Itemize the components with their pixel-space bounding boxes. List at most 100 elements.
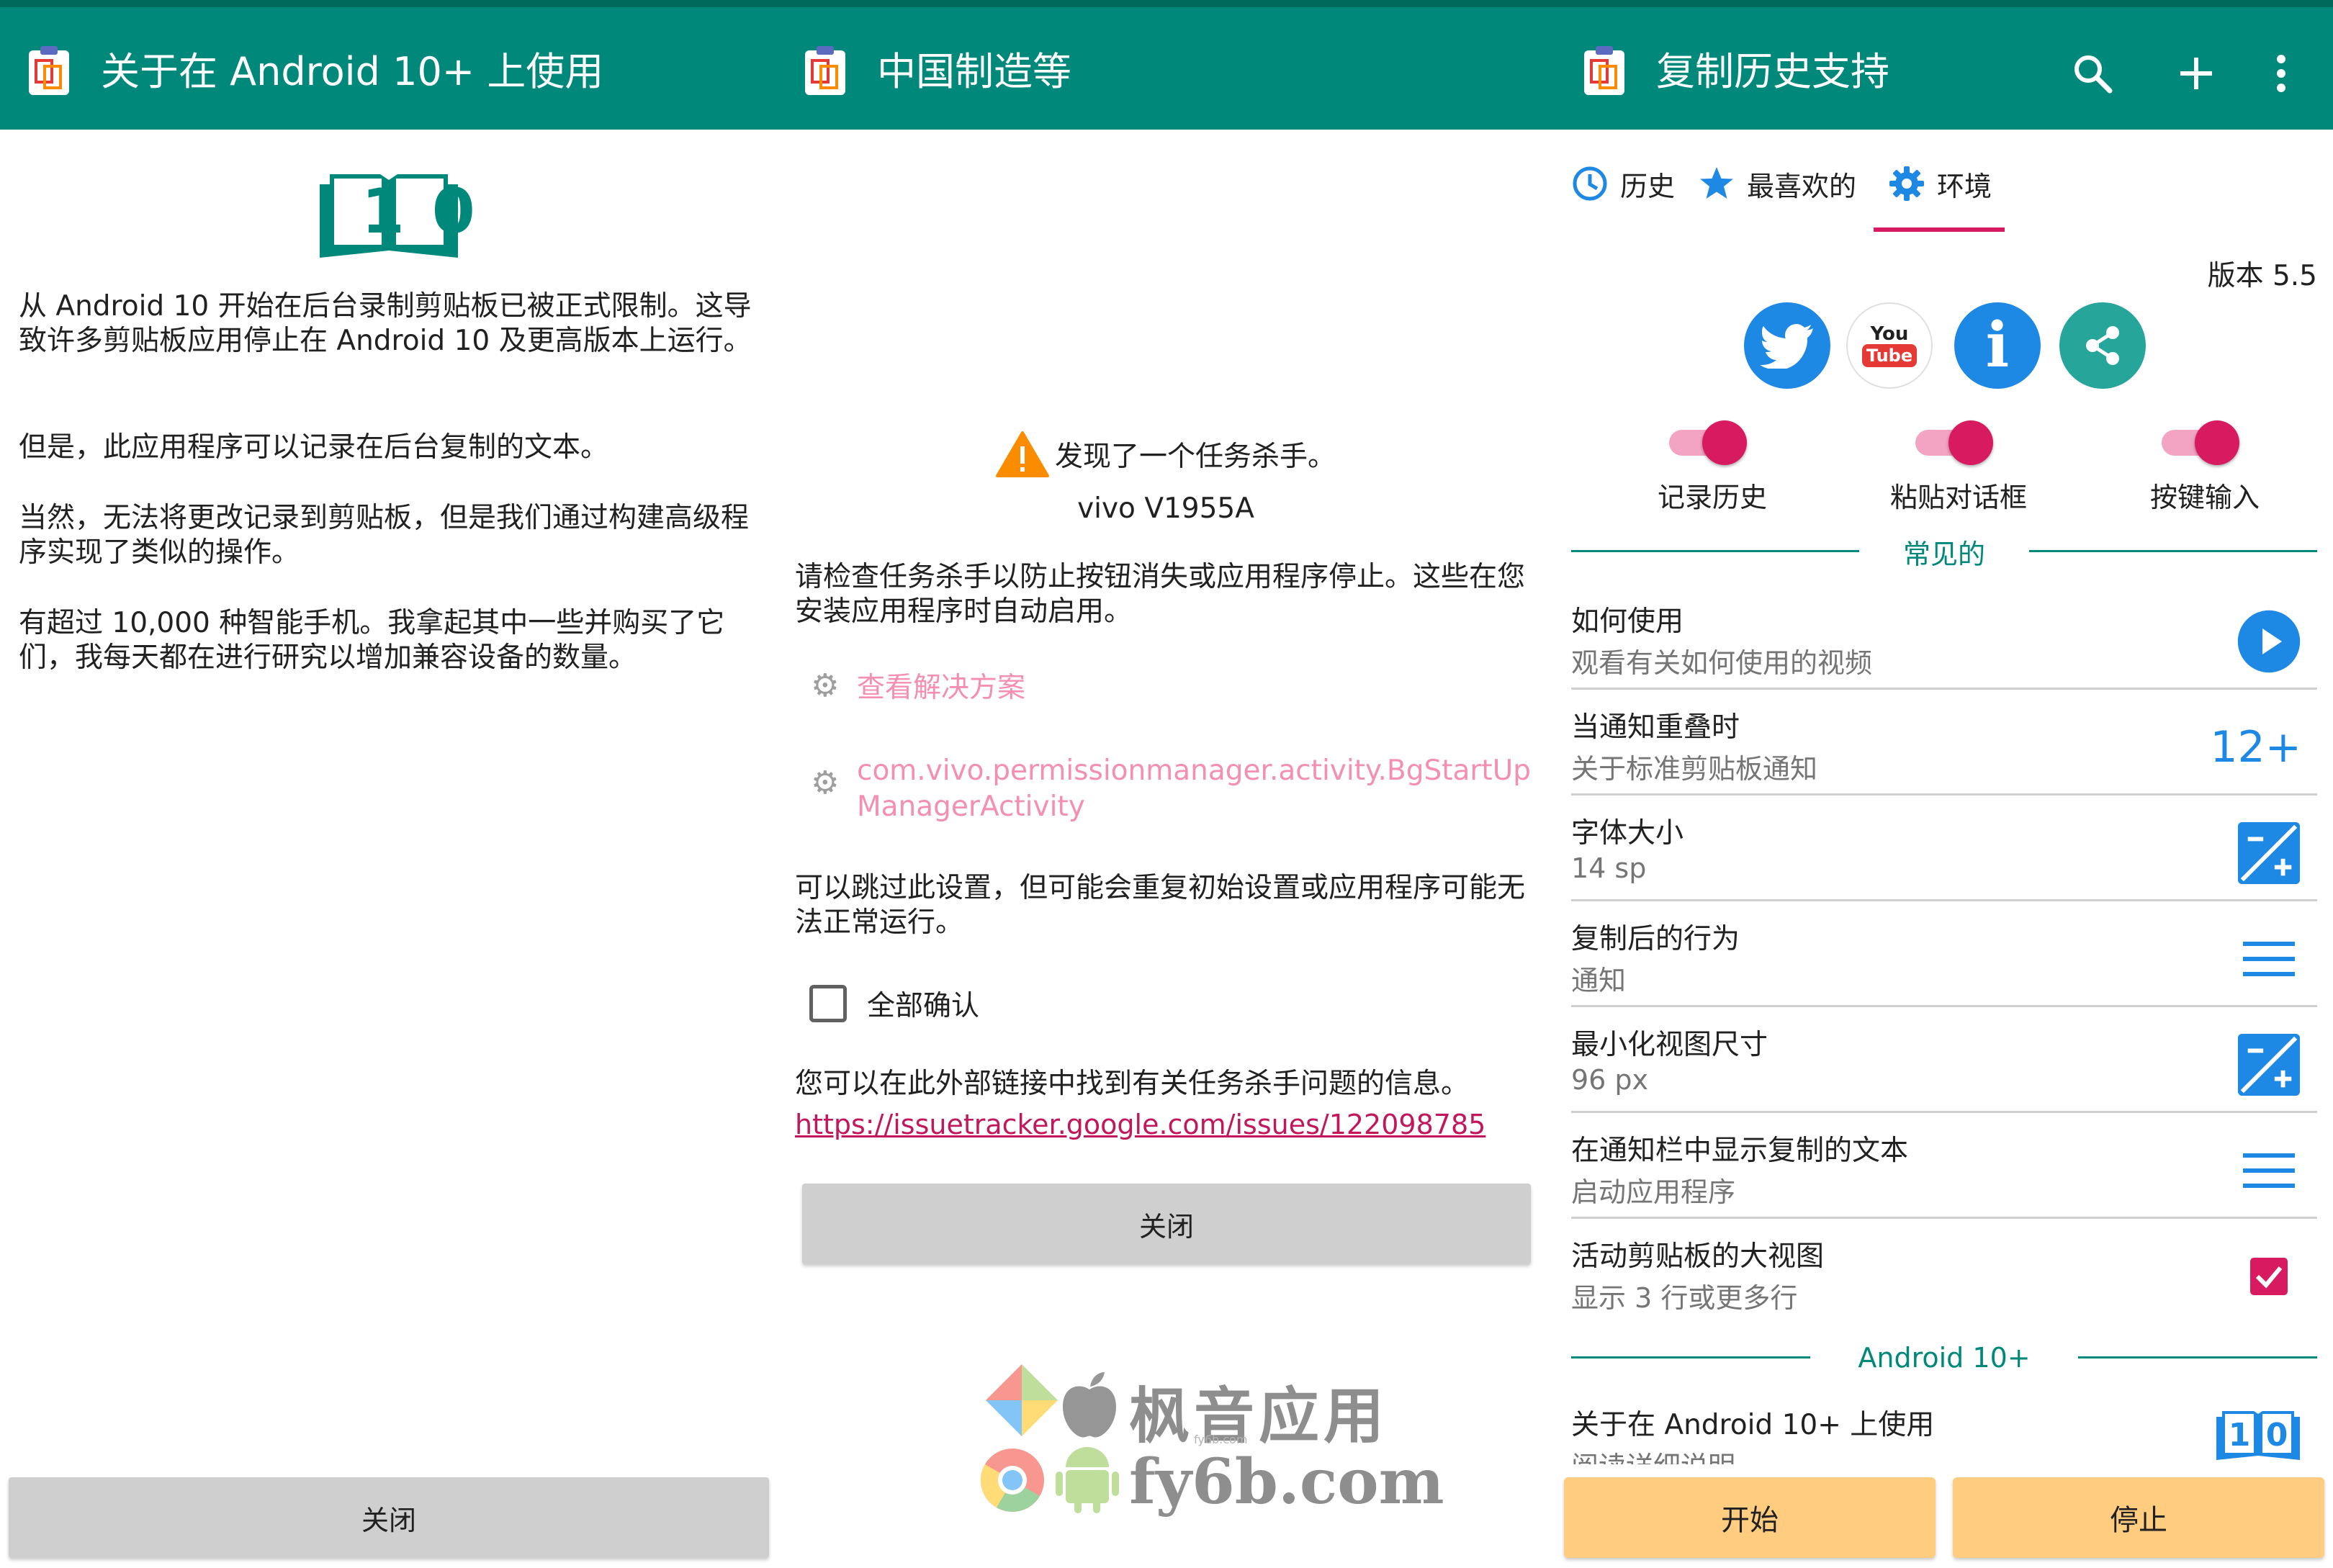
youtube-bottom-text: Tube	[1861, 344, 1918, 367]
gear-icon: ⚙	[811, 765, 840, 801]
play-video-icon[interactable]	[2237, 609, 2301, 674]
clock-icon	[1573, 166, 1607, 201]
setting-title: 活动剪贴板的大视图	[1571, 1240, 1825, 1273]
book-10-icon: 10	[317, 167, 475, 262]
solution-link-row[interactable]: ⚙ 查看解决方案	[811, 664, 1025, 707]
setting-how-to-use[interactable]: 如何使用 观看有关如何使用的视频	[1571, 585, 2317, 690]
app-bar: 关于在 Android 10+ 上使用	[0, 0, 776, 130]
setting-title: 当通知重叠时	[1571, 711, 1740, 744]
book-10-icon: 1 0	[2216, 1411, 2300, 1460]
app-bar: 中国制造等	[776, 0, 1555, 130]
watermark-cn: 枫音应用	[1129, 1381, 1389, 1451]
clipboard-app-icon	[805, 46, 845, 95]
search-icon[interactable]	[2069, 50, 2116, 96]
more-options-icon[interactable]	[2267, 50, 2296, 96]
youtube-icon: You Tube	[1861, 323, 1918, 367]
checked-checkbox[interactable]	[2237, 1244, 2301, 1309]
skip-note: 可以跳过此设置，但可能会重复初始设置或应用程序可能无法正常运行。	[795, 872, 1526, 939]
about-android10-screen: 关于在 Android 10+ 上使用 10 从 Android 10 开始在后…	[0, 0, 776, 1568]
twitter-icon	[1760, 324, 1813, 369]
record-history-switch[interactable]	[1669, 418, 1756, 468]
setting-subtitle: 通知	[1571, 965, 1627, 996]
setting-subtitle: 阅读详细说明	[1571, 1444, 1735, 1464]
warning-icon	[995, 431, 1049, 477]
setting-about-android10[interactable]: 关于在 Android 10+ 上使用 阅读详细说明 1 0	[1571, 1389, 2317, 1464]
setting-after-copy-behavior[interactable]: 复制后的行为 通知	[1571, 902, 2317, 1007]
section-divider	[1571, 550, 1859, 552]
settings-screen: 复制历史支持 历史 最喜欢的 环境 版本 5.5 You Tube i 记录历史…	[1555, 0, 2333, 1568]
tab-settings[interactable]: 环境	[1888, 158, 1992, 209]
key-input-label: 按键输入	[2149, 482, 2260, 513]
android-version-badge: 12+	[2210, 722, 2301, 772]
menu-list-icon[interactable]	[2237, 927, 2301, 991]
record-history-label: 记录历史	[1657, 482, 1767, 513]
task-killer-screen: 中国制造等 发现了一个任务杀手。 vivo V1955A 请检查任务杀手以防止按…	[776, 0, 1555, 1568]
android-logo-icon	[1056, 1447, 1119, 1513]
info-icon: i	[1985, 309, 2010, 382]
screen-title: 复制历史支持	[1656, 49, 1889, 94]
version-label: 版本 5.5	[2207, 260, 2317, 292]
tab-history[interactable]: 历史	[1571, 158, 1675, 209]
svg-text:1: 1	[2229, 1417, 2251, 1454]
stop-button[interactable]: 停止	[1953, 1477, 2324, 1558]
tab-favorites-label: 最喜欢的	[1747, 170, 1857, 202]
menu-list-icon[interactable]	[2237, 1138, 2301, 1203]
setting-minimized-view-size[interactable]: 最小化视图尺寸 96 px	[1571, 1008, 2317, 1113]
screen-title: 中国制造等	[877, 49, 1071, 94]
size-adjust-icon[interactable]	[2237, 1032, 2301, 1097]
key-input-switch[interactable]	[2162, 418, 2248, 468]
youtube-button[interactable]: You Tube	[1846, 302, 1933, 389]
section-divider	[2029, 550, 2317, 552]
setting-large-clipboard-view[interactable]: 活动剪贴板的大视图 显示 3 行或更多行	[1571, 1220, 2317, 1325]
share-button[interactable]	[2059, 302, 2146, 389]
chrome-logo-icon	[981, 1448, 1044, 1512]
warning-heading: 发现了一个任务杀手。	[776, 429, 1555, 479]
confirm-all-row[interactable]: 全部确认	[809, 981, 979, 1027]
paste-dialog-label: 粘贴对话框	[1889, 482, 2027, 513]
intro-paragraph-2: 但是，此应用程序可以记录在后台复制的文本。	[19, 431, 609, 464]
setting-font-size[interactable]: 字体大小 14 sp	[1571, 796, 2317, 901]
clipboard-app-icon	[1584, 46, 1624, 95]
tab-history-label: 历史	[1620, 170, 1676, 202]
warning-title: 发现了一个任务杀手。	[1054, 441, 1336, 473]
watermark-small: fy6b.com	[1194, 1433, 1248, 1446]
tab-settings-label: 环境	[1937, 170, 1992, 202]
setting-subtitle: 显示 3 行或更多行	[1571, 1282, 1798, 1314]
close-button[interactable]: 关闭	[802, 1184, 1531, 1264]
star-icon	[1700, 167, 1733, 199]
setting-title: 关于在 Android 10+ 上使用	[1571, 1409, 1935, 1441]
svg-text:0: 0	[2266, 1417, 2288, 1454]
setting-subtitle: 启动应用程序	[1571, 1176, 1736, 1208]
watermark: 枫音应用 fy6b.com fy6b.com	[978, 1353, 1496, 1526]
setting-notification-overlap[interactable]: 当通知重叠时 关于标准剪贴板通知 12+	[1571, 690, 2317, 796]
info-button[interactable]: i	[1954, 302, 2041, 389]
setting-show-copied-in-notification[interactable]: 在通知栏中显示复制的文本 启动应用程序	[1571, 1114, 2317, 1219]
paste-dialog-switch[interactable]	[1915, 418, 2002, 468]
section-android-header: Android 10+	[1858, 1342, 2031, 1374]
intro-paragraph-1: 从 Android 10 开始在后台录制剪贴板已被正式限制。这导致许多剪贴板应用…	[19, 290, 752, 357]
clipboard-app-icon	[29, 46, 69, 95]
setting-title: 复制后的行为	[1571, 923, 1740, 955]
confirm-all-checkbox[interactable]	[809, 985, 847, 1022]
add-icon[interactable]	[2173, 50, 2219, 96]
twitter-button[interactable]	[1744, 302, 1830, 389]
device-name: vivo V1955A	[1077, 492, 1254, 525]
gear-icon	[1889, 166, 1924, 201]
confirm-all-label: 全部确认	[867, 990, 980, 1022]
issue-url-link[interactable]: https://issuetracker.google.com/issues/1…	[795, 1109, 1485, 1140]
size-adjust-icon[interactable]	[2237, 821, 2301, 886]
activity-link[interactable]: com.vivo.permissionmanager.activity.BgSt…	[857, 753, 1538, 825]
activity-link-row[interactable]: ⚙ com.vivo.permissionmanager.activity.Bg…	[811, 753, 1538, 825]
instruction-text: 请检查任务杀手以防止按钮消失或应用程序停止。这些在您安装应用程序时自动启用。	[795, 561, 1526, 628]
close-button[interactable]: 关闭	[9, 1477, 769, 1558]
setting-subtitle: 关于标准剪贴板通知	[1571, 753, 1818, 785]
share-icon	[2086, 326, 2119, 365]
start-button[interactable]: 开始	[1564, 1477, 1936, 1558]
youtube-top-text: You	[1870, 323, 1909, 345]
setting-subtitle: 96 px	[1571, 1064, 1649, 1096]
app-bar: 复制历史支持	[1555, 0, 2333, 130]
section-common-header: 常见的	[1902, 538, 1985, 570]
solution-link[interactable]: 查看解决方案	[857, 665, 1025, 706]
tab-favorites[interactable]: 最喜欢的	[1698, 158, 1856, 209]
section-divider	[1571, 1356, 1810, 1359]
